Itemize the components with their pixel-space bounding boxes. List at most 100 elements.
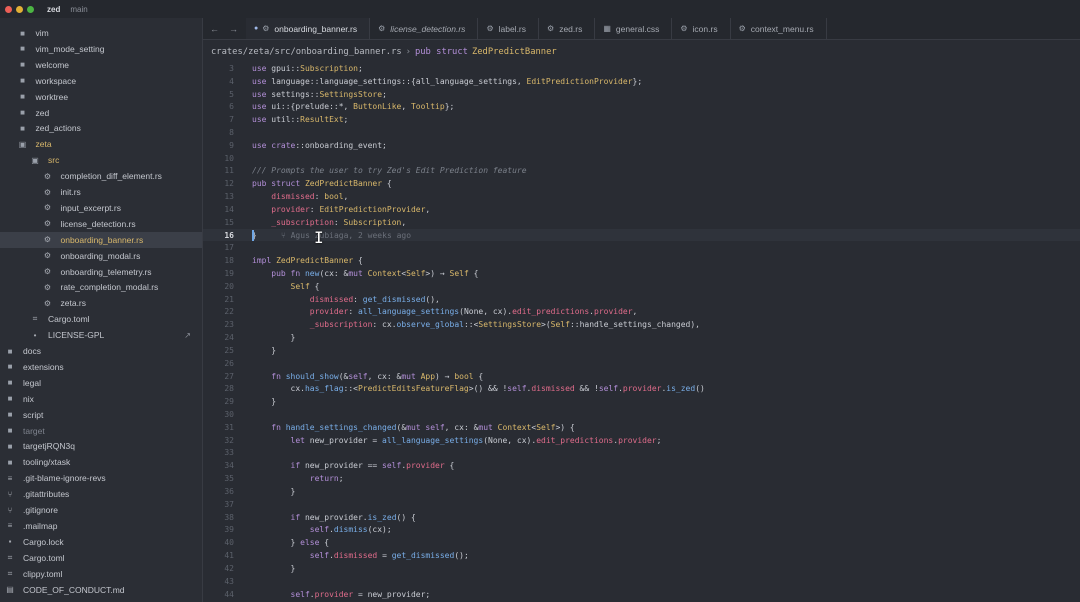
sidebar-item[interactable]: ■ zed — [0, 105, 202, 121]
sidebar-item[interactable]: ■ legal — [0, 375, 202, 391]
forward-arrow-icon[interactable]: → — [229, 24, 238, 34]
project-name[interactable]: zed — [47, 5, 60, 14]
code-line[interactable]: 19 pub fn new(cx: &mut Context<Self>) → … — [203, 267, 1080, 280]
sidebar-item[interactable]: ▤ CODE_OF_CONDUCT.md — [0, 582, 202, 598]
editor-tab[interactable]: ⚙ zed.rs — [539, 18, 596, 39]
code-line[interactable]: 36 } — [203, 485, 1080, 498]
sidebar-item[interactable]: ■ targetjRQN3q — [0, 438, 202, 454]
code-line[interactable]: 9 use crate::onboarding_event; — [203, 139, 1080, 152]
line-number: 38 — [224, 512, 234, 522]
editor-tab[interactable]: ⚙ label.rs — [478, 18, 540, 39]
sidebar-item[interactable]: ■ zed_actions — [0, 120, 202, 136]
code-line[interactable]: 28 cx.has_flag::<PredictEditsFeatureFlag… — [203, 383, 1080, 396]
sidebar-item[interactable]: ▣ zeta — [0, 136, 202, 152]
sidebar-item[interactable]: • LICENSE-GPL ↗ — [0, 327, 202, 343]
sidebar-item[interactable]: ■ target — [0, 423, 202, 439]
sidebar-item[interactable]: ■ nix — [0, 391, 202, 407]
code-line[interactable]: 21 dismissed: get_dismissed(), — [203, 293, 1080, 306]
code-editor[interactable]: 3 use gpui::Subscription; 4 use language::l… — [203, 62, 1080, 602]
code-line[interactable]: 43 — [203, 575, 1080, 588]
close-window-button[interactable] — [5, 5, 12, 13]
sidebar-item[interactable]: ⌗ Cargo.toml — [0, 311, 202, 327]
sidebar-item[interactable]: ■ workspace — [0, 73, 202, 89]
code-line[interactable]: 44 self.provider = new_provider; — [203, 588, 1080, 601]
sidebar-item[interactable]: ⑂ .gitattributes — [0, 486, 202, 502]
zoom-window-button[interactable] — [27, 5, 34, 13]
editor-tab[interactable]: ⚙ context_menu.rs — [731, 18, 827, 39]
code-line[interactable]: 30 — [203, 408, 1080, 421]
editor-tab[interactable]: ⚙ license_detection.rs — [370, 18, 479, 39]
code-line[interactable]: 8 — [203, 126, 1080, 139]
sidebar-item[interactable]: ⚙ init.rs — [0, 184, 202, 200]
rust-file-icon: ⚙ — [43, 235, 52, 245]
sidebar-item[interactable]: ■ docs — [0, 343, 202, 359]
code-line[interactable]: 39 self.dismiss(cx); — [203, 524, 1080, 537]
code-line[interactable]: 22 provider: all_language_settings(None,… — [203, 306, 1080, 319]
sidebar-item[interactable]: ■ worktree — [0, 89, 202, 105]
code-line[interactable]: 38 if new_provider.is_zed() { — [203, 511, 1080, 524]
sidebar-item[interactable]: ⚙ onboarding_modal.rs — [0, 248, 202, 264]
sidebar-item[interactable]: ■ welcome — [0, 57, 202, 73]
sidebar-item[interactable]: ■ vim_mode_setting — [0, 41, 202, 57]
code-line[interactable]: 20 Self { — [203, 280, 1080, 293]
code-line[interactable]: 42 } — [203, 562, 1080, 575]
code-line[interactable]: 18 impl ZedPredictBanner { — [203, 254, 1080, 267]
sidebar-item[interactable]: ■ vim — [0, 25, 202, 41]
sidebar-item[interactable]: ⚙ license_detection.rs — [0, 216, 202, 232]
code-line[interactable]: 10 — [203, 152, 1080, 165]
code-line[interactable]: 13 dismissed: bool, — [203, 190, 1080, 203]
sidebar-item[interactable]: ≡ .git-blame-ignore-revs — [0, 470, 202, 486]
sidebar-item[interactable]: ⚙ input_excerpt.rs — [0, 200, 202, 216]
sidebar-item[interactable]: ■ script — [0, 407, 202, 423]
code-line[interactable]: 35 return; — [203, 472, 1080, 485]
code-line[interactable]: 34 if new_provider == self.provider { — [203, 459, 1080, 472]
code-line[interactable]: 41 self.dismissed = get_dismissed(); — [203, 549, 1080, 562]
code-line[interactable]: 15 _subscription: Subscription, — [203, 216, 1080, 229]
code-line[interactable]: 33 — [203, 447, 1080, 460]
code-line[interactable]: 5 use settings::SettingsStore; — [203, 88, 1080, 101]
sidebar-item[interactable]: ≡ .mailmap — [0, 518, 202, 534]
tab-label: zed.rs — [559, 23, 583, 34]
line-number: 40 — [224, 538, 234, 548]
sidebar-item[interactable]: ⚙ zeta.rs — [0, 295, 202, 311]
code-line[interactable]: 16} ⑂ Agus Zubiaga, 2 weeks ago — [203, 228, 1080, 242]
git-branch[interactable]: main — [70, 5, 87, 14]
code-line[interactable]: 27 fn should_show(&self, cx: &mut App) →… — [203, 370, 1080, 383]
editor-tab[interactable]: ● ⚙ onboarding_banner.rs — [246, 18, 371, 39]
line-number: 42 — [224, 563, 234, 573]
sidebar-item[interactable]: ▣ src — [0, 152, 202, 168]
code-line[interactable]: 37 — [203, 498, 1080, 511]
code-line[interactable]: 23 _subscription: cx.observe_global::<Se… — [203, 318, 1080, 331]
sidebar-item[interactable]: ⚙ rate_completion_modal.rs — [0, 279, 202, 295]
back-arrow-icon[interactable]: ← — [210, 24, 219, 34]
code-line[interactable]: 25 } — [203, 344, 1080, 357]
sidebar-item[interactable]: ⌗ Cargo.toml — [0, 550, 202, 566]
code-line[interactable]: 32 let new_provider = all_language_setti… — [203, 434, 1080, 447]
code-line[interactable]: 4 use language::language_settings::{all_l… — [203, 75, 1080, 88]
code-line[interactable]: 12 pub struct ZedPredictBanner { — [203, 177, 1080, 190]
code-line[interactable]: 26 — [203, 357, 1080, 370]
sidebar-item[interactable]: ▪ Cargo.lock — [0, 534, 202, 550]
code-line[interactable]: 29 } — [203, 395, 1080, 408]
sidebar-item[interactable]: ■ tooling/xtask — [0, 454, 202, 470]
code-line[interactable]: 40 } else { — [203, 536, 1080, 549]
code-line[interactable]: 17 — [203, 241, 1080, 254]
editor-tab[interactable]: ⚙ icon.rs — [672, 18, 731, 39]
code-line[interactable]: 24 } — [203, 331, 1080, 344]
code-line[interactable]: 14 provider: EditPredictionProvider, — [203, 203, 1080, 216]
code-text: /// Prompts the user to try Zed's Edit P… — [252, 166, 527, 176]
minimize-window-button[interactable] — [16, 5, 23, 13]
sidebar-item[interactable]: ⚙ onboarding_banner.rs — [0, 231, 202, 248]
sidebar-item[interactable]: ⌗ clippy.toml — [0, 566, 202, 582]
breadcrumb[interactable]: crates/zeta/src/onboarding_banner.rs › p… — [211, 44, 557, 60]
code-line[interactable]: 6 use ui::{prelude::*, ButtonLike, Toolti… — [203, 100, 1080, 113]
code-line[interactable]: 7 use util::ResultExt; — [203, 113, 1080, 126]
code-line[interactable]: 3 use gpui::Subscription; — [203, 62, 1080, 75]
sidebar-item[interactable]: ■ extensions — [0, 359, 202, 375]
code-line[interactable]: 31 fn handle_settings_changed(&mut self,… — [203, 421, 1080, 434]
sidebar-item[interactable]: ⚙ completion_diff_element.rs — [0, 168, 202, 184]
editor-tab[interactable]: ▦ general.css — [595, 18, 673, 39]
code-line[interactable]: 11 /// Prompts the user to try Zed's Edit… — [203, 165, 1080, 178]
sidebar-item[interactable]: ⚙ onboarding_telemetry.rs — [0, 264, 202, 280]
sidebar-item[interactable]: ⑂ .gitignore — [0, 502, 202, 518]
